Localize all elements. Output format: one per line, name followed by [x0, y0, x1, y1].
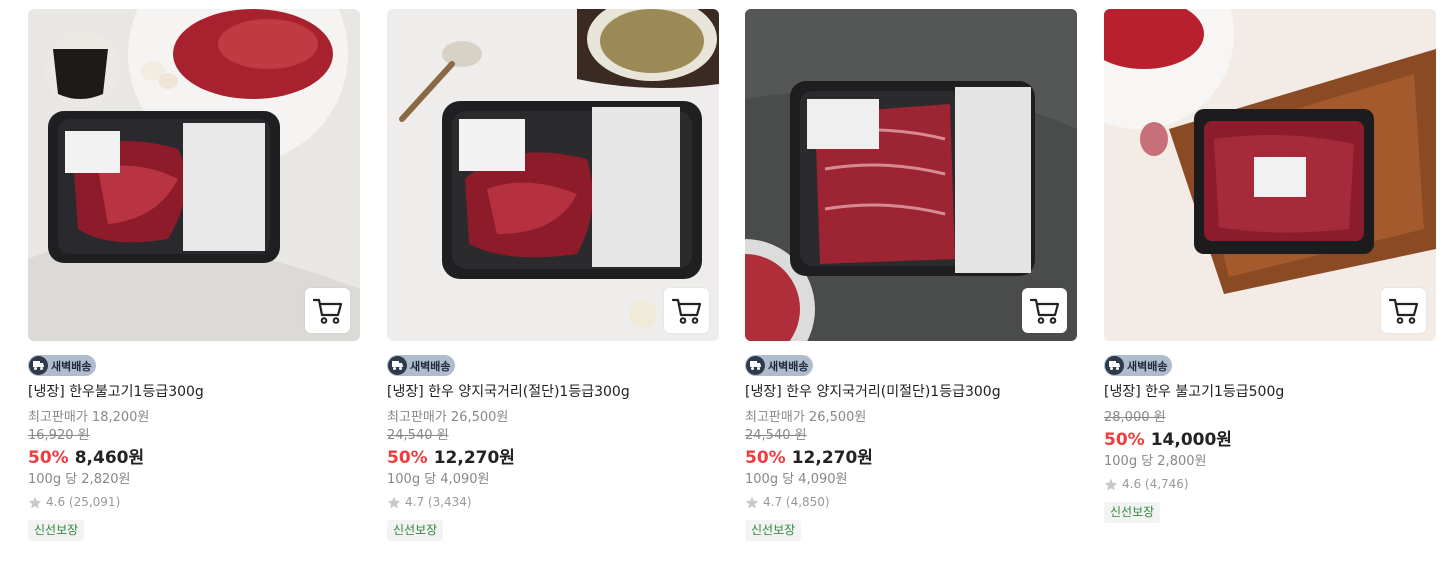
star-icon	[387, 496, 401, 509]
fresh-guarantee-tag: 신선보장	[28, 520, 85, 541]
rating-text: 4.6 (4,746)	[1122, 477, 1189, 491]
sale-price: 12,270원	[433, 448, 515, 468]
add-to-cart-button[interactable]	[1381, 288, 1426, 333]
product-card[interactable]: 새벽배송 [냉장] 한우 불고기1등급500g 28,000 원 50% 14,0…	[1104, 9, 1436, 523]
discount-rate: 50%	[387, 448, 428, 468]
cart-icon	[671, 298, 701, 324]
product-image[interactable]	[28, 9, 360, 341]
discount-rate: 50%	[1104, 430, 1145, 450]
cart-icon	[312, 298, 342, 324]
rating: 4.7 (4,850)	[745, 493, 1077, 511]
discount-rate: 50%	[28, 448, 69, 468]
sale-price: 14,000원	[1150, 430, 1232, 450]
original-price: 24,540 원	[745, 428, 807, 443]
sale-price-row: 50% 12,270원	[387, 447, 719, 469]
max-price-label: 최고판매가 18,200원	[28, 410, 150, 425]
product-title[interactable]: [냉장] 한우 양지국거리(미절단)1등급300g	[745, 383, 1077, 401]
sale-price: 12,270원	[791, 448, 873, 468]
product-image[interactable]	[387, 9, 719, 341]
badge-label: 새벽배송	[1127, 359, 1168, 373]
max-price-label: 최고판매가 26,500원	[387, 410, 509, 425]
product-card[interactable]: 새벽배송 [냉장] 한우 양지국거리(절단)1등급300g 최고판매가 26,5…	[387, 9, 719, 541]
truck-icon	[388, 356, 407, 375]
original-price: 24,540 원	[387, 428, 449, 443]
cart-icon	[1388, 298, 1418, 324]
rating-text: 4.7 (4,850)	[763, 495, 830, 509]
rating: 4.7 (3,434)	[387, 493, 719, 511]
unit-price: 100g 당 4,090원	[387, 472, 490, 487]
add-to-cart-button[interactable]	[664, 288, 709, 333]
unit-price: 100g 당 2,820원	[28, 472, 131, 487]
product-title[interactable]: [냉장] 한우 불고기1등급500g	[1104, 383, 1436, 401]
discount-rate: 50%	[745, 448, 786, 468]
unit-price: 100g 당 4,090원	[745, 472, 848, 487]
truck-icon	[1105, 356, 1124, 375]
badge-label: 새벽배송	[51, 359, 92, 373]
product-grid: 새벽배송 [냉장] 한우불고기1등급300g 최고판매가 18,200원 16,…	[0, 0, 1442, 584]
truck-icon	[29, 356, 48, 375]
rating-text: 4.7 (3,434)	[405, 495, 472, 509]
badge-label: 새벽배송	[768, 359, 809, 373]
fresh-guarantee-tag: 신선보장	[745, 520, 802, 541]
sale-price: 8,460원	[74, 448, 145, 468]
dawn-delivery-badge: 새벽배송	[28, 355, 97, 376]
badge-label: 새벽배송	[410, 359, 451, 373]
product-title[interactable]: [냉장] 한우 양지국거리(절단)1등급300g	[387, 383, 719, 401]
product-title[interactable]: [냉장] 한우불고기1등급300g	[28, 383, 360, 401]
rating-text: 4.6 (25,091)	[46, 495, 121, 509]
star-icon	[1104, 478, 1118, 491]
product-image[interactable]	[1104, 9, 1436, 341]
dawn-delivery-badge: 새벽배송	[387, 355, 456, 376]
original-price: 28,000 원	[1104, 410, 1166, 425]
dawn-delivery-badge: 새벽배송	[745, 355, 814, 376]
truck-icon	[746, 356, 765, 375]
rating: 4.6 (25,091)	[28, 493, 360, 511]
product-image[interactable]	[745, 9, 1077, 341]
sale-price-row: 50% 12,270원	[745, 447, 1077, 469]
original-price: 16,920 원	[28, 428, 90, 443]
rating: 4.6 (4,746)	[1104, 475, 1436, 493]
fresh-guarantee-tag: 신선보장	[1104, 502, 1161, 523]
sale-price-row: 50% 8,460원	[28, 447, 360, 469]
product-card[interactable]: 새벽배송 [냉장] 한우불고기1등급300g 최고판매가 18,200원 16,…	[28, 9, 360, 541]
sale-price-row: 50% 14,000원	[1104, 429, 1436, 451]
star-icon	[745, 496, 759, 509]
product-card[interactable]: 새벽배송 [냉장] 한우 양지국거리(미절단)1등급300g 최고판매가 26,…	[745, 9, 1077, 541]
fresh-guarantee-tag: 신선보장	[387, 520, 444, 541]
max-price-label: 최고판매가 26,500원	[745, 410, 867, 425]
dawn-delivery-badge: 새벽배송	[1104, 355, 1173, 376]
add-to-cart-button[interactable]	[1022, 288, 1067, 333]
unit-price: 100g 당 2,800원	[1104, 454, 1207, 469]
add-to-cart-button[interactable]	[305, 288, 350, 333]
cart-icon	[1029, 298, 1059, 324]
star-icon	[28, 496, 42, 509]
